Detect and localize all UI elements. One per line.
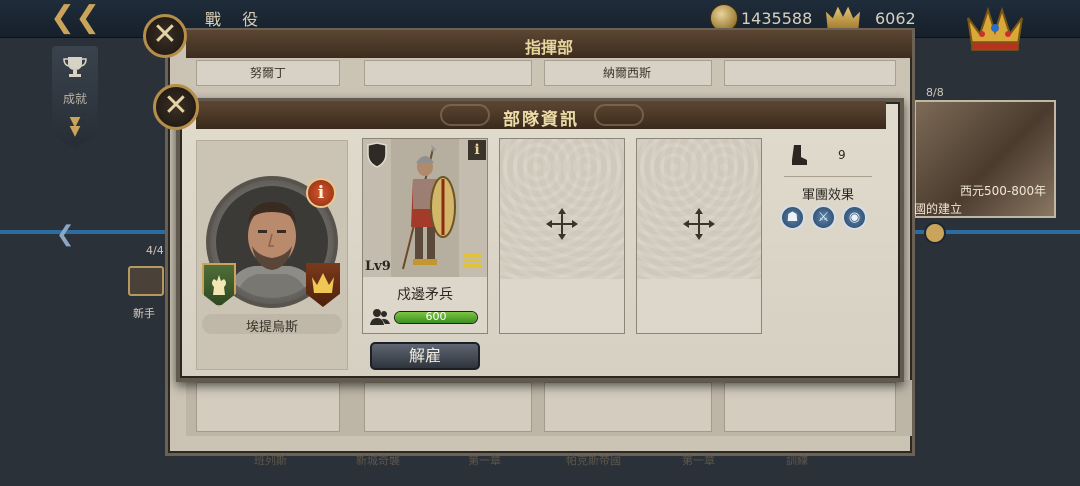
dismiss-button[interactable]: 解雇 <box>370 342 480 370</box>
footer-label: 班列斯 <box>254 454 287 467</box>
shield-crest-icon[interactable]: ◉ <box>842 205 867 230</box>
previous-page-arrow-icon[interactable]: ❮ <box>56 222 74 247</box>
footer-label: 第一章 <box>468 454 501 467</box>
footer-label: 帕克斯帝國 <box>566 454 621 467</box>
commander-info-icon[interactable]: i <box>306 178 336 208</box>
commander-card[interactable] <box>196 382 340 432</box>
add-unit-icon[interactable] <box>681 206 717 242</box>
double-chevron-down-icon[interactable]: ▼ ▼ <box>62 115 88 138</box>
crossed-axes-icon[interactable]: ⚔ <box>811 205 836 230</box>
unit-slot[interactable] <box>724 60 896 86</box>
chapter-era: 西元500-800年 <box>960 184 1047 198</box>
commander-slot-name: 努爾丁 <box>249 66 286 80</box>
troop-count: 600 <box>425 310 447 323</box>
newbie-chapter-label: 新手 <box>133 307 155 320</box>
footer-label: 新城奇襲 <box>356 454 400 467</box>
commander-name: 埃提烏斯 <box>245 320 298 335</box>
unit-info-title: 部隊資訊 <box>503 110 579 130</box>
unit-name: 戍邊矛兵 <box>397 287 453 303</box>
crown-icon[interactable] <box>964 4 1026 52</box>
book-icon[interactable] <box>128 266 164 296</box>
troops-icon <box>370 309 390 325</box>
coin-amount: 1435588 <box>741 9 813 28</box>
shield-icon <box>367 142 387 168</box>
achievements-label: 成就 <box>62 92 87 106</box>
screen-title: 戰 役 <box>205 10 267 29</box>
boot-icon <box>792 145 807 165</box>
command-window-title: 指揮部 <box>524 38 573 57</box>
add-unit-icon[interactable] <box>544 206 580 242</box>
pillar-marker-icon[interactable] <box>924 222 946 244</box>
unit-info-close-button[interactable]: ✕ <box>153 84 199 130</box>
commander-slot-name: 納爾西斯 <box>602 66 651 80</box>
footer-label: 第一章 <box>682 454 715 467</box>
divider <box>784 176 872 177</box>
unit-slot[interactable] <box>724 382 896 432</box>
commander-card[interactable] <box>544 382 712 432</box>
unit-slot[interactable] <box>364 60 532 86</box>
chapter-title: 國的建立 <box>914 202 963 216</box>
formation-icon[interactable] <box>464 254 482 268</box>
chapter-progress-left: 4/4 <box>146 244 164 257</box>
unit-level: Lv9 <box>365 259 391 274</box>
command-window-close-button[interactable]: ✕ <box>143 14 187 58</box>
unit-slot[interactable] <box>364 382 532 432</box>
trophy-icon <box>63 57 87 77</box>
movement-value: 9 <box>838 148 846 162</box>
helmet-icon[interactable]: ☗ <box>780 205 805 230</box>
unit-info-icon[interactable]: i <box>468 140 486 160</box>
back-arrow-icon[interactable]: ❮❮ <box>50 2 100 34</box>
legion-effect-label: 軍團效果 <box>801 188 854 203</box>
chapter-progress-right: 8/8 <box>926 86 944 99</box>
footer-label: 訓練 <box>786 454 808 467</box>
gem-amount: 6062 <box>875 9 916 28</box>
